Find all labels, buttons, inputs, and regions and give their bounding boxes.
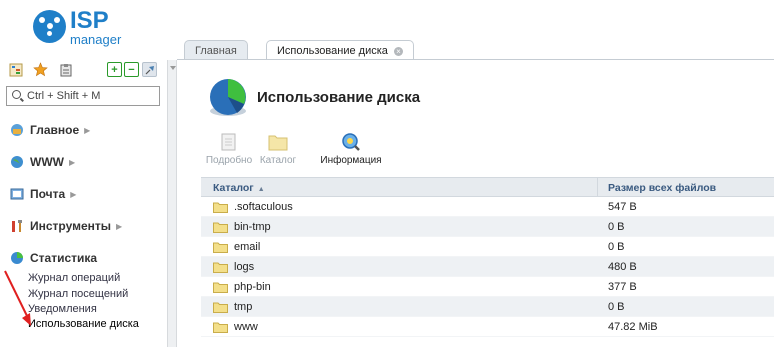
page-title: Использование диска [257, 89, 421, 106]
logo-text: ISP [70, 7, 109, 34]
row-name: email [234, 241, 261, 253]
column-header-size[interactable]: Размер всех файлов [608, 182, 716, 194]
chevron-right-icon: ▶ [116, 221, 123, 231]
menu-item-operations-log[interactable]: Журнал операций [28, 272, 120, 284]
folder-icon [213, 322, 228, 333]
tab-label: Главная [195, 44, 237, 57]
close-icon[interactable]: × [393, 46, 403, 56]
clipboard-icon[interactable] [58, 62, 73, 77]
column-header-name[interactable]: Каталог ▲ [213, 182, 265, 194]
pin-icon[interactable] [142, 62, 157, 77]
logo: ISP manager [33, 7, 153, 50]
table-row[interactable]: email 0 B [201, 237, 774, 257]
column-header-label: Каталог [213, 182, 254, 194]
sort-asc-icon: ▲ [257, 186, 265, 193]
chevron-right-icon: ▶ [68, 157, 76, 167]
logo-subtext: manager [70, 32, 122, 47]
row-name: tmp [234, 301, 253, 313]
details-icon [218, 132, 240, 152]
menu-item-visits-log[interactable]: Журнал посещений [28, 288, 128, 300]
folder-button[interactable]: Каталог [257, 132, 299, 168]
table-header: Каталог ▲ Размер всех файлов [201, 177, 774, 197]
expand-icon[interactable]: + [107, 62, 122, 77]
table-row[interactable]: php-bin 377 B [201, 277, 774, 297]
details-button[interactable]: Подробно [205, 132, 253, 168]
row-size: 547 B [608, 201, 637, 213]
info-icon [340, 132, 362, 152]
disk-usage-table: Каталог ▲ Размер всех файлов .softaculous… [201, 177, 774, 337]
folder-icon [213, 222, 228, 233]
tab-disk-usage[interactable]: Использование диска × [266, 40, 414, 61]
tab-label: Использование диска [277, 45, 388, 57]
details-label: Подробно [205, 155, 253, 166]
row-size: 0 B [608, 221, 625, 233]
row-size: 377 B [608, 281, 637, 293]
annotation-arrow-icon [4, 270, 31, 326]
table-row[interactable]: tmp 0 B [201, 297, 774, 317]
info-button[interactable]: Информация [319, 132, 383, 168]
column-divider[interactable] [597, 178, 598, 197]
folder-icon [213, 202, 228, 213]
folder-icon [213, 282, 228, 293]
table-row[interactable]: .softaculous 547 B [201, 197, 774, 217]
folder-icon [267, 132, 289, 152]
row-name: php-bin [234, 281, 271, 293]
panel-splitter[interactable] [167, 60, 177, 347]
table-row[interactable]: logs 480 B [201, 257, 774, 277]
left-panel: ISP manager + − Главное ▶ WWW [0, 0, 167, 347]
row-name: logs [234, 261, 255, 273]
chevron-right-icon: ▶ [70, 189, 77, 199]
folder-icon [213, 262, 228, 273]
menu-group-label: Статистика [30, 251, 98, 265]
row-size: 0 B [608, 301, 625, 313]
table-row[interactable]: www 47.82 MiB [201, 317, 774, 337]
table-row[interactable]: bin-tmp 0 B [201, 217, 774, 237]
row-size: 47.82 MiB [608, 321, 658, 333]
tab-home[interactable]: Главная [184, 40, 248, 60]
chevron-right-icon: ▶ [84, 125, 91, 135]
disk-chart-icon [207, 77, 249, 119]
collapse-arrow-icon[interactable] [170, 66, 176, 70]
collapse-icon[interactable]: − [124, 62, 139, 77]
row-size: 480 B [608, 261, 637, 273]
row-name: www [234, 321, 258, 333]
row-name: .softaculous [234, 201, 293, 213]
folder-label: Каталог [259, 155, 297, 166]
menu-item-disk-usage[interactable]: Использование диска [28, 318, 139, 330]
search-input[interactable] [27, 88, 157, 104]
main-content: Использование диска Подробно Каталог Инф… [177, 60, 774, 347]
menu-group-label: Инструменты [30, 219, 112, 233]
folder-icon [213, 302, 228, 313]
row-size: 0 B [608, 241, 625, 253]
folder-icon [213, 242, 228, 253]
info-label: Информация [320, 155, 382, 166]
row-name: bin-tmp [234, 221, 271, 233]
